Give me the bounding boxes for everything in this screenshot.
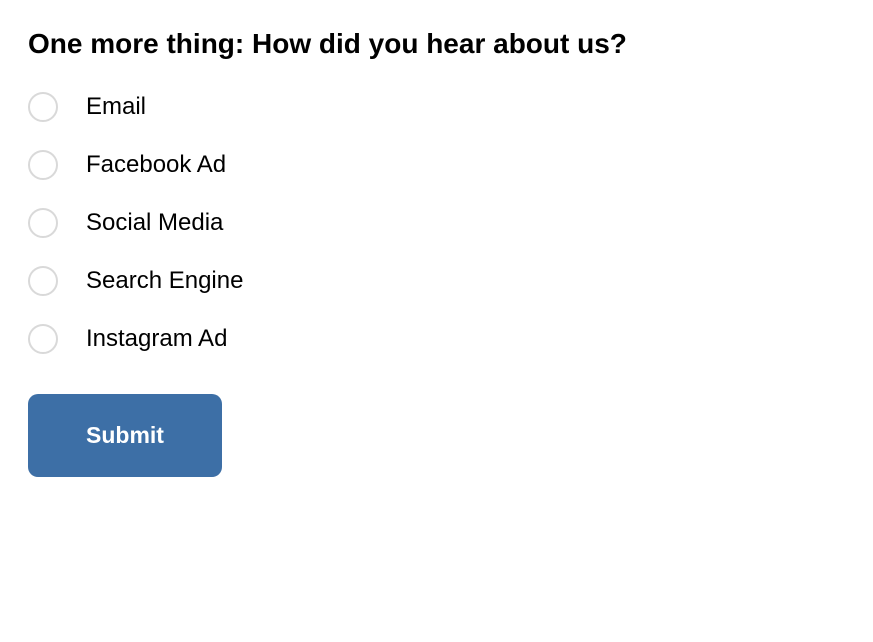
option-label: Email <box>86 93 146 121</box>
option-label: Facebook Ad <box>86 151 226 179</box>
option-label: Instagram Ad <box>86 325 227 353</box>
options-group: Email Facebook Ad Social Media Search En… <box>28 92 845 354</box>
radio-social-media[interactable] <box>28 208 58 238</box>
option-label: Social Media <box>86 209 223 237</box>
radio-facebook-ad[interactable] <box>28 150 58 180</box>
radio-instagram-ad[interactable] <box>28 324 58 354</box>
option-search-engine[interactable]: Search Engine <box>28 266 845 296</box>
option-social-media[interactable]: Social Media <box>28 208 845 238</box>
question-heading: One more thing: How did you hear about u… <box>28 28 845 60</box>
radio-email[interactable] <box>28 92 58 122</box>
option-facebook-ad[interactable]: Facebook Ad <box>28 150 845 180</box>
option-email[interactable]: Email <box>28 92 845 122</box>
option-instagram-ad[interactable]: Instagram Ad <box>28 324 845 354</box>
option-label: Search Engine <box>86 267 243 295</box>
radio-search-engine[interactable] <box>28 266 58 296</box>
submit-button[interactable]: Submit <box>28 394 222 477</box>
